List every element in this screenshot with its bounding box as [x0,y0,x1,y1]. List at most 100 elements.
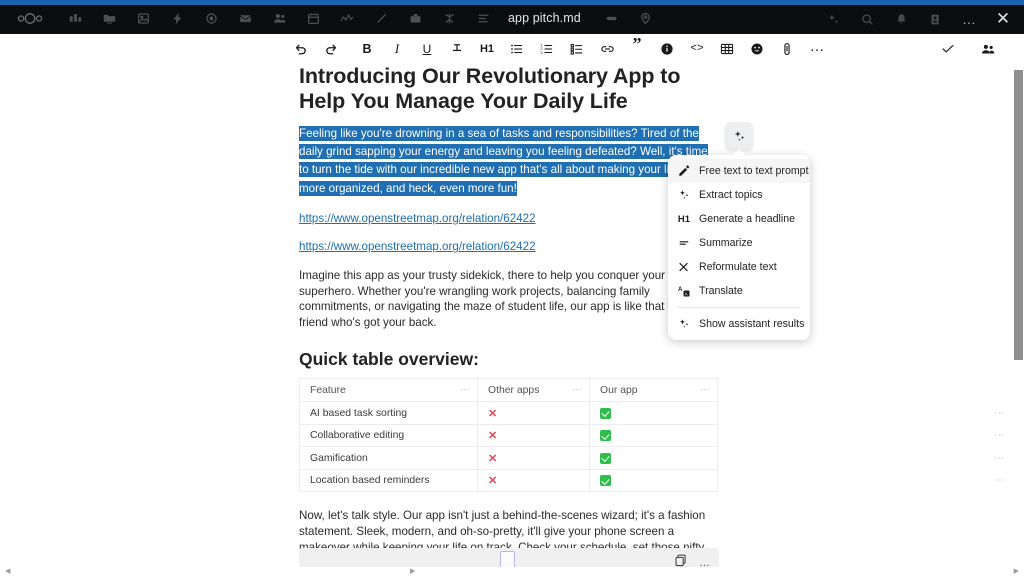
cross-icon: ✕ [488,475,498,488]
vertical-scrollbar-track[interactable] [1013,34,1024,576]
toolbar-right-actions [933,34,1003,64]
menu-item-generate-headline[interactable]: H1 Generate a headline [668,207,810,231]
search-icon[interactable] [850,2,884,36]
sparkles-icon [677,188,691,202]
table-header-our-app[interactable]: Our app ⋯ [589,378,718,403]
header-nav-icons [58,1,500,35]
table-row: AI based task sorting ✕ ⋯ [299,401,1004,425]
menu-item-reformulate-text[interactable]: Reformulate text [668,255,810,279]
dashboard-icon[interactable] [58,1,92,35]
cell-feature: Gamification [299,446,478,470]
contacts-icon[interactable] [262,1,296,35]
maps-icon[interactable] [629,1,663,35]
cell-feature: Location based reminders [299,468,478,493]
assistant-sparkle-button[interactable] [725,122,753,150]
contacts-menu-icon[interactable] [918,2,952,36]
undo-button[interactable] [288,36,314,62]
menu-divider [677,307,801,308]
header-nav-icons-after [595,1,663,35]
collaboration-users-icon[interactable] [975,36,1001,62]
mail-icon[interactable] [228,1,262,35]
ordered-list-button[interactable]: 123 [534,36,560,62]
scroll-end-arrow[interactable]: ▶ [1014,567,1019,575]
sparkles-icon [677,317,691,331]
edit-pencil-icon[interactable] [364,1,398,35]
table-button[interactable] [714,36,740,62]
window-title: app pitch.md [508,11,581,25]
table-row: Collaborative editing ✕ ⋯ [299,423,1004,448]
analytics-icon[interactable] [330,1,364,35]
scroll-right-arrow[interactable]: ▶ [410,567,415,575]
vertical-scrollbar-thumb[interactable] [1014,70,1023,360]
column-menu-icon[interactable]: ⋯ [572,385,583,396]
bullet-list-button[interactable] [504,36,530,62]
selected-paragraph-wrapper[interactable]: Feeling like you're drowning in a sea of… [299,124,719,197]
menu-item-label: Translate [699,285,743,297]
cell-feature: AI based task sorting [299,401,478,425]
menu-item-free-text-prompt[interactable]: Free text to text prompt [668,159,810,183]
code-button[interactable]: <> [684,36,710,62]
close-window-button[interactable]: ✕ [986,2,1020,36]
horizontal-scrollbar-track[interactable]: ◀ ▶ ▶ [0,567,1024,576]
osm-link-1[interactable]: https://www.openstreetmap.org/relation/6… [299,211,536,227]
emoji-button[interactable] [744,36,770,62]
circles-icon[interactable] [194,1,228,35]
menu-item-extract-topics[interactable]: Extract topics [668,183,810,207]
row-menu-icon[interactable]: ⋯ [994,430,1005,441]
link-button[interactable] [594,36,620,62]
menu-item-show-assistant-results[interactable]: Show assistant results [668,312,810,336]
bold-button[interactable]: B [354,36,380,62]
column-menu-icon[interactable]: ⋯ [700,385,711,396]
menu-item-summarize[interactable]: Summarize [668,231,810,255]
menu-item-translate[interactable]: AA Translate [668,279,810,303]
tasks-icon[interactable] [466,1,500,35]
underline-button[interactable]: U [414,36,440,62]
document-saved-icon[interactable] [935,36,961,62]
cross-icon: ✕ [488,452,498,465]
nextcloud-logo-icon[interactable] [8,1,52,35]
check-icon [600,452,611,464]
cell-feature: Collaborative editing [299,423,478,448]
redo-button[interactable] [318,36,344,62]
notifications-icon[interactable] [884,2,918,36]
row-menu-icon[interactable]: ⋯ [994,453,1005,464]
nextcloud-text-editor-window: app pitch.md … ✕ B I U H1 1 2 3 ” <> … I… [0,0,1024,576]
check-icon [600,430,611,441]
table-header-other-apps[interactable]: Other apps ⋯ [477,378,590,403]
photos-icon[interactable] [126,1,160,35]
column-menu-icon[interactable]: ⋯ [460,385,471,396]
table-header-feature[interactable]: Feature ⋯ [299,378,478,403]
translate-icon: AA [677,284,691,298]
deck-icon[interactable] [398,1,432,35]
row-menu-icon[interactable]: ⋯ [994,408,1005,419]
header-overflow-button[interactable]: … [952,2,986,36]
table-header-feature-label: Feature [310,384,346,396]
calendar-icon[interactable] [296,1,330,35]
strikethrough-button[interactable] [444,36,470,62]
more-actions-button[interactable]: … [804,36,830,62]
activity-icon[interactable] [160,1,194,35]
document-canvas[interactable]: Introducing Our Revolutionary App to Hel… [0,64,1007,576]
selected-paragraph[interactable]: Feeling like you're drowning in a sea of… [299,126,717,196]
cell-our-app: ⋯ [589,446,1004,470]
heading-button[interactable]: H1 [474,36,500,62]
files-icon[interactable] [92,1,126,35]
callout-info-button[interactable] [654,36,680,62]
svg-text:A: A [678,287,683,293]
attachment-button[interactable] [774,36,800,62]
document-page: Introducing Our Revolutionary App to Hel… [299,64,1004,576]
menu-item-label: Reformulate text [699,261,777,273]
blockquote-button[interactable]: ” [624,35,650,62]
italic-button[interactable]: I [384,36,410,62]
row-menu-icon[interactable]: ⋯ [994,475,1005,486]
scroll-left-arrow[interactable]: ◀ [5,567,10,575]
osm-link-2[interactable]: https://www.openstreetmap.org/relation/6… [299,239,536,255]
app-header: app pitch.md … ✕ [0,0,1024,34]
check-icon [600,407,611,419]
section-heading: Quick table overview: [299,349,479,370]
starred-icon[interactable] [432,1,466,35]
editor-toolbar: B I U H1 123 ” <> … [0,34,1013,64]
notes-icon[interactable] [595,1,629,35]
task-list-button[interactable] [564,36,590,62]
assistant-icon[interactable] [816,2,850,36]
